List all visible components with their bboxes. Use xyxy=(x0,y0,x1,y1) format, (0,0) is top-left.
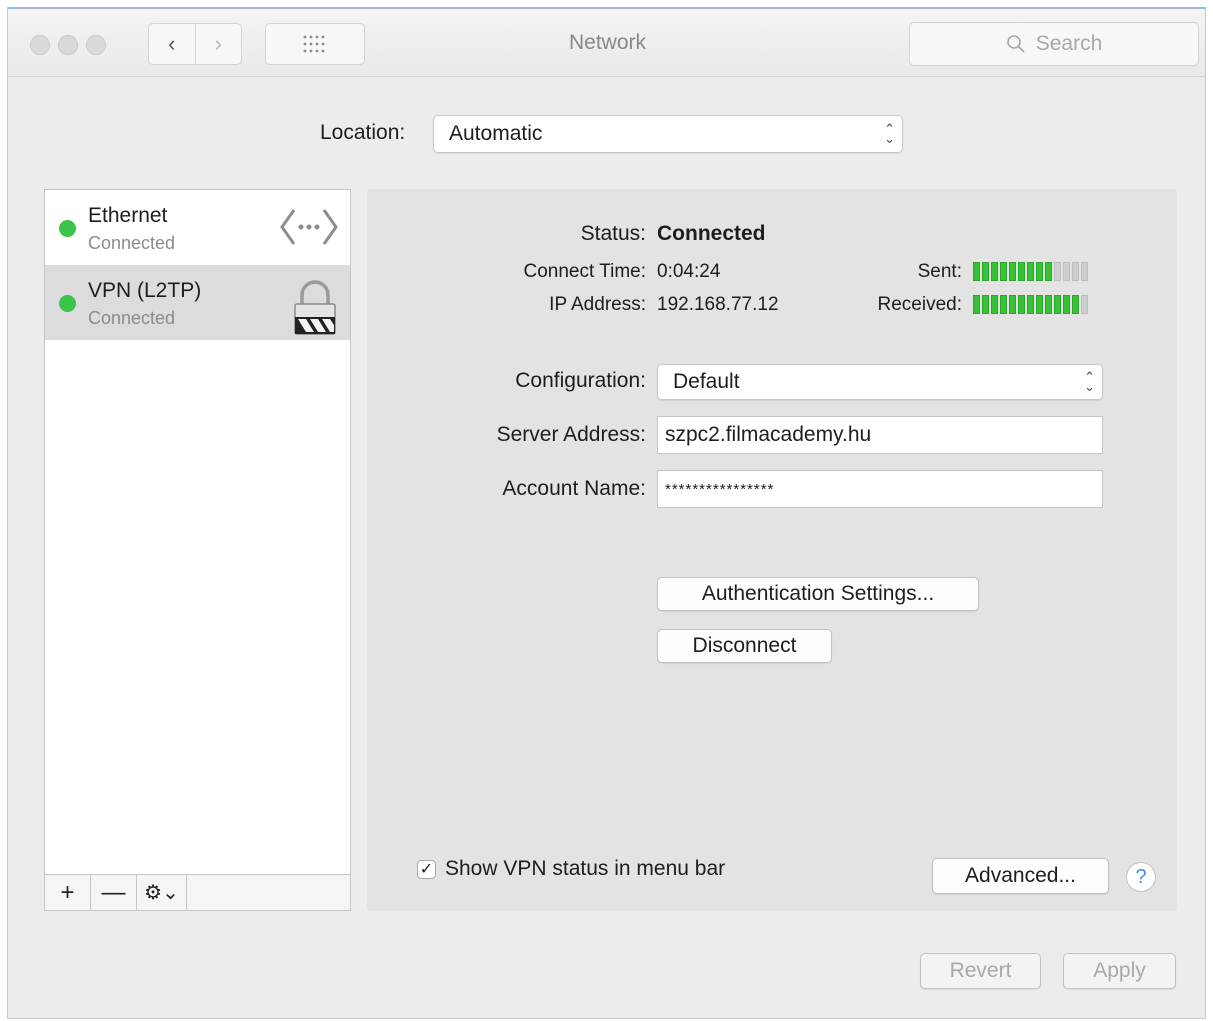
plus-icon: + xyxy=(60,878,75,906)
disconnect-button[interactable]: Disconnect xyxy=(657,629,832,663)
meter-segment xyxy=(1081,295,1088,314)
search-icon xyxy=(1006,35,1025,53)
location-popup[interactable]: Automatic ⌃ ⌄ xyxy=(433,115,903,153)
ethernet-icon xyxy=(280,209,338,245)
location-value: Automatic xyxy=(449,122,543,145)
search-field[interactable]: Search xyxy=(909,22,1199,66)
service-list: Ethernet Connected VPN (L2TP) Connected xyxy=(44,189,351,911)
meter-segment xyxy=(1009,262,1016,281)
meter-segment xyxy=(1009,295,1016,314)
meter-segment xyxy=(1027,262,1034,281)
meter-segment xyxy=(1000,262,1007,281)
remove-service-button[interactable]: — xyxy=(91,875,137,910)
popup-arrows-icon: ⌃ ⌄ xyxy=(884,121,895,146)
meter-segment xyxy=(1045,295,1052,314)
meter-segment xyxy=(1063,295,1070,314)
meter-segment xyxy=(1018,262,1025,281)
ip-address-value: 192.168.77.12 xyxy=(657,294,779,315)
revert-label: Revert xyxy=(949,959,1012,982)
meter-segment xyxy=(973,262,980,281)
configuration-label: Configuration: xyxy=(515,369,646,392)
meter-segment xyxy=(982,295,989,314)
ip-address-label: IP Address: xyxy=(549,294,646,315)
status-value: Connected xyxy=(657,222,766,245)
location-label: Location: xyxy=(320,121,406,144)
service-item-ethernet[interactable]: Ethernet Connected xyxy=(45,190,350,265)
account-name-value: **************** xyxy=(665,480,775,498)
service-status: Connected xyxy=(88,233,176,253)
authentication-settings-label: Authentication Settings... xyxy=(701,582,935,605)
meter-segment xyxy=(991,295,998,314)
status-label: Status: xyxy=(580,222,646,245)
meter-segment xyxy=(1036,262,1043,281)
apply-label: Apply xyxy=(1093,959,1146,982)
configuration-value: Default xyxy=(673,370,740,393)
search-placeholder: Search xyxy=(1035,32,1103,55)
add-service-button[interactable]: + xyxy=(45,875,91,910)
network-preferences-window: ‹ › Network Search Location: Automatic ⌃… xyxy=(7,7,1206,1019)
status-green-dot-icon xyxy=(59,295,76,312)
meter-segment xyxy=(1072,262,1079,281)
configuration-popup[interactable]: Default ⌃ ⌄ xyxy=(657,364,1103,400)
meter-segment xyxy=(1036,295,1043,314)
status-green-dot-icon xyxy=(59,220,76,237)
server-address-label: Server Address: xyxy=(496,423,646,446)
meter-segment xyxy=(1027,295,1034,314)
sent-meter xyxy=(973,262,1088,281)
vpn-lock-icon xyxy=(294,280,336,335)
revert-button[interactable]: Revert xyxy=(920,953,1041,989)
meter-segment xyxy=(1081,262,1088,281)
server-address-field[interactable]: szpc2.filmacademy.hu xyxy=(657,416,1103,454)
meter-segment xyxy=(1063,262,1070,281)
meter-segment xyxy=(1000,295,1007,314)
account-name-field[interactable]: **************** xyxy=(657,470,1103,508)
connect-time-value: 0:04:24 xyxy=(657,261,721,282)
received-meter xyxy=(973,295,1088,314)
account-name-label: Account Name: xyxy=(502,477,646,500)
authentication-settings-button[interactable]: Authentication Settings... xyxy=(657,577,979,611)
sent-label: Sent: xyxy=(917,261,962,282)
apply-button[interactable]: Apply xyxy=(1063,953,1176,989)
disconnect-label: Disconnect xyxy=(692,634,797,657)
meter-segment xyxy=(1072,295,1079,314)
received-label: Received: xyxy=(877,294,963,315)
help-button[interactable]: ? xyxy=(1126,862,1156,892)
meter-segment xyxy=(982,262,989,281)
meter-segment xyxy=(973,295,980,314)
service-item-vpn[interactable]: VPN (L2TP) Connected xyxy=(45,265,350,340)
question-mark-icon: ? xyxy=(1135,865,1147,888)
checkmark-icon: ✓ xyxy=(417,859,436,879)
meter-segment xyxy=(1045,262,1052,281)
service-name: Ethernet xyxy=(88,204,168,227)
minus-icon: — xyxy=(101,878,126,906)
gear-icon: ⚙⌄ xyxy=(144,882,179,904)
connect-time-label: Connect Time: xyxy=(523,261,647,282)
title-bar: ‹ › Network Search xyxy=(8,9,1205,77)
popup-arrows-icon: ⌃ ⌄ xyxy=(1084,369,1095,394)
meter-segment xyxy=(1054,262,1061,281)
advanced-label: Advanced... xyxy=(965,864,1076,887)
show-vpn-status-label: Show VPN status in menu bar xyxy=(445,857,726,880)
service-detail-pane: Status: Connected Connect Time: 0:04:24 … xyxy=(367,189,1177,911)
meter-segment xyxy=(1054,295,1061,314)
show-vpn-status-checkbox[interactable]: ✓ Show VPN status in menu bar xyxy=(417,857,725,881)
meter-segment xyxy=(1018,295,1025,314)
service-status: Connected xyxy=(88,308,176,328)
service-list-toolbar: + — ⚙⌄ xyxy=(45,874,350,910)
advanced-button[interactable]: Advanced... xyxy=(932,858,1109,894)
meter-segment xyxy=(991,262,998,281)
service-actions-button[interactable]: ⚙⌄ xyxy=(137,875,187,910)
service-name: VPN (L2TP) xyxy=(88,279,202,302)
server-address-value: szpc2.filmacademy.hu xyxy=(665,423,872,446)
